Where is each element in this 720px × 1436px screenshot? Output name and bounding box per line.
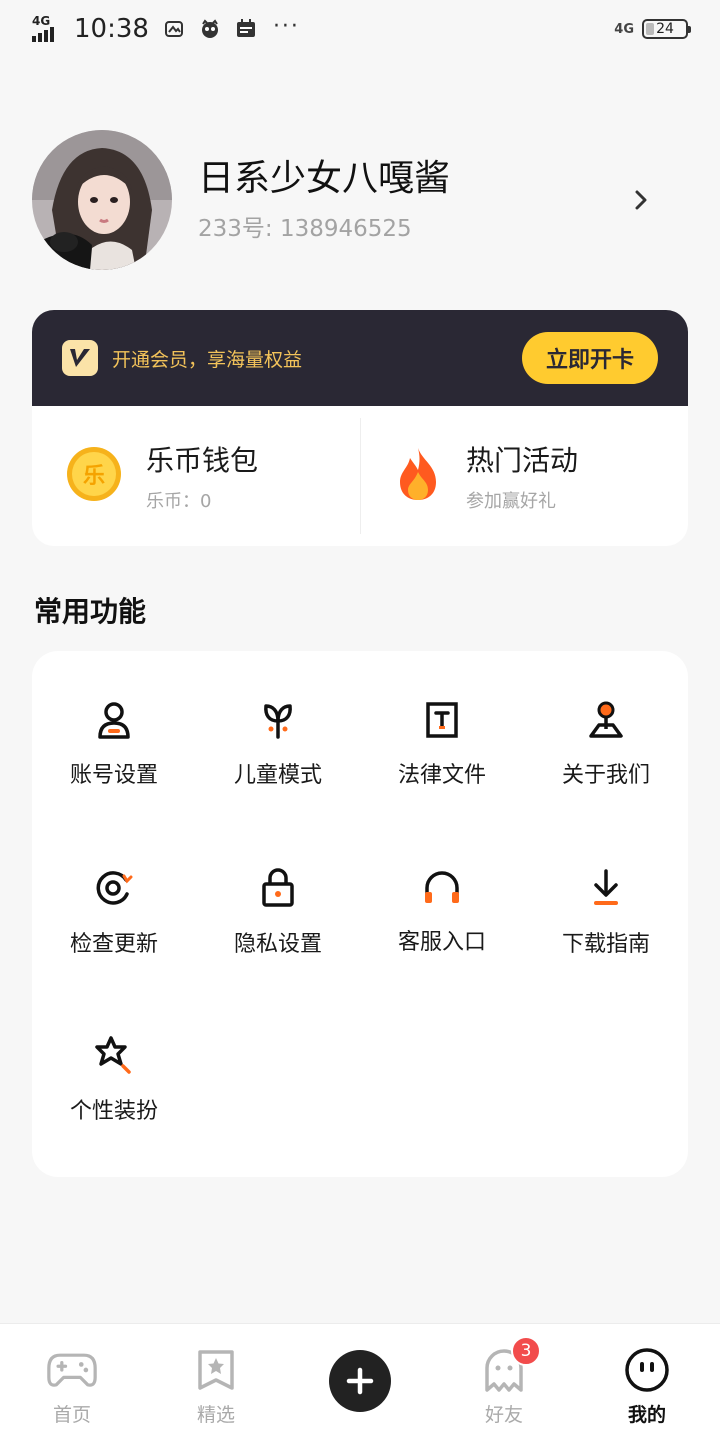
- battery-level: 24: [656, 21, 674, 37]
- face-icon: [622, 1346, 672, 1394]
- open-membership-button[interactable]: 立即开卡: [522, 332, 658, 384]
- wallet-entry[interactable]: 乐 乐币钱包 乐币：0: [32, 406, 360, 546]
- nav-home-label: 首页: [52, 1404, 91, 1426]
- about-us-button[interactable]: 关于我们: [524, 651, 688, 788]
- member-card: 开通会员，享海量权益 立即开卡 乐 乐币钱包 乐币：0 热门活动 参加赢好礼: [32, 310, 688, 546]
- activity-subtitle: 参加赢好礼: [466, 491, 556, 512]
- bottom-nav: 首页 精选 3 好友 我的: [0, 1323, 720, 1436]
- wallet-title: 乐币钱包: [146, 444, 259, 477]
- status-time: 10:38: [74, 14, 149, 44]
- notification-calendar-icon: [235, 18, 257, 40]
- functions-grid: 账号设置 儿童模式 法律文件 关于我们 检查更新 隐私设置 客服入口 下载指南 …: [32, 651, 688, 1177]
- legal-documents-button[interactable]: 法律文件: [360, 651, 524, 788]
- fn-label: 隐私设置: [233, 932, 322, 957]
- signal-icon: 4G: [32, 14, 62, 42]
- fire-icon: [394, 446, 442, 506]
- star-wand-icon: [94, 1035, 134, 1075]
- nav-mine[interactable]: 我的: [592, 1324, 702, 1436]
- vip-logo-icon: [62, 340, 98, 376]
- fn-label: 关于我们: [561, 763, 650, 788]
- add-button[interactable]: [329, 1350, 391, 1412]
- sprout-icon: [258, 701, 298, 739]
- network-type-right: 4G: [614, 21, 634, 37]
- gamepad-icon: [47, 1346, 97, 1394]
- more-notifications-icon: ···: [272, 13, 300, 39]
- wallet-balance: 乐币：0: [146, 491, 212, 512]
- nav-featured-label: 精选: [196, 1404, 235, 1426]
- avatar[interactable]: [32, 130, 172, 270]
- vip-promo-text: 开通会员，享海量权益: [112, 348, 303, 371]
- account-settings-button[interactable]: 账号设置: [32, 651, 196, 788]
- status-bar: 4G 10:38 ··· 4G 24: [0, 0, 720, 58]
- hot-activity-entry[interactable]: 热门活动 参加赢好礼: [360, 406, 688, 546]
- friends-badge: 3: [511, 1336, 541, 1366]
- account-icon: [94, 701, 134, 739]
- fn-label: 法律文件: [397, 763, 486, 788]
- username: 日系少女八嘎酱: [198, 158, 451, 199]
- user-id: 233号: 138946525: [198, 216, 412, 242]
- notification-cat-icon: [199, 18, 221, 40]
- coin-icon-char: 乐: [83, 464, 105, 489]
- privacy-settings-button[interactable]: 隐私设置: [196, 818, 360, 957]
- nav-friends-label: 好友: [484, 1404, 523, 1426]
- plus-icon: [346, 1367, 374, 1395]
- personalization-button[interactable]: 个性装扮: [32, 985, 196, 1124]
- chevron-right-icon[interactable]: [626, 185, 656, 215]
- activity-title: 热门活动: [466, 444, 579, 477]
- location-pin-icon: [586, 701, 626, 739]
- network-type: 4G: [32, 14, 51, 28]
- fn-label: 儿童模式: [233, 763, 322, 788]
- document-icon: [422, 701, 462, 739]
- fn-label: 检查更新: [69, 932, 158, 957]
- nav-friends[interactable]: 3 好友: [449, 1324, 559, 1436]
- vip-banner[interactable]: 开通会员，享海量权益 立即开卡: [32, 310, 688, 406]
- check-update-button[interactable]: 检查更新: [32, 818, 196, 957]
- ghost-icon: 3: [479, 1336, 541, 1394]
- bookmark-star-icon: [191, 1346, 241, 1394]
- profile-header[interactable]: 日系少女八嘎酱 233号: 138946525: [32, 130, 656, 270]
- fn-label: 个性装扮: [69, 1099, 158, 1124]
- customer-service-button[interactable]: 客服入口: [360, 818, 524, 955]
- fn-label: 客服入口: [397, 930, 486, 955]
- download-guide-button[interactable]: 下载指南: [524, 818, 688, 957]
- headphones-icon: [422, 868, 462, 906]
- fn-label: 下载指南: [561, 932, 650, 957]
- download-icon: [586, 868, 626, 908]
- battery-icon: 24: [642, 19, 691, 39]
- fn-label: 账号设置: [69, 763, 158, 788]
- refresh-icon: [94, 868, 134, 908]
- lock-icon: [258, 868, 298, 908]
- nav-mine-label: 我的: [625, 1400, 669, 1430]
- functions-title: 常用功能: [34, 595, 147, 628]
- nav-home[interactable]: 首页: [17, 1324, 127, 1436]
- kids-mode-button[interactable]: 儿童模式: [196, 651, 360, 788]
- nav-featured[interactable]: 精选: [161, 1324, 271, 1436]
- notification-photo-icon: [163, 18, 185, 40]
- coin-icon: 乐: [66, 446, 122, 506]
